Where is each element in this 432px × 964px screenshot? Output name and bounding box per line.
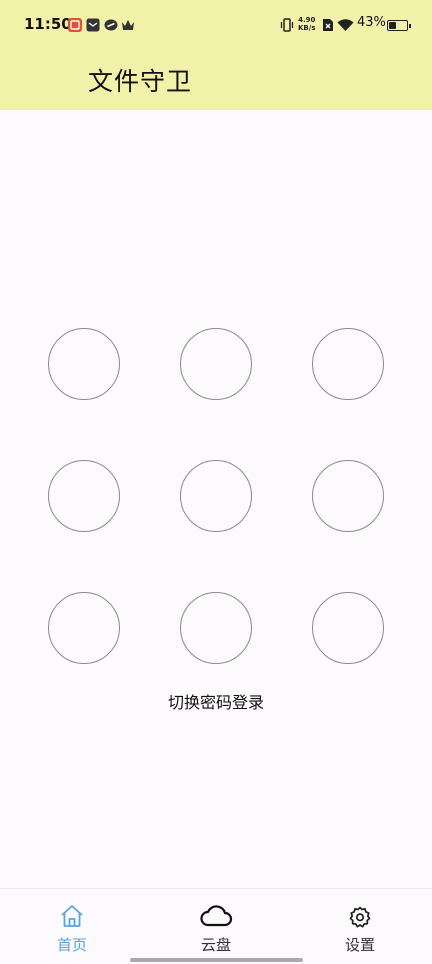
pattern-dot-4[interactable] — [48, 460, 120, 532]
nav-settings[interactable]: 设置 — [288, 889, 432, 964]
pattern-dot-9[interactable] — [312, 592, 384, 664]
nav-cloud-label: 云盘 — [200, 936, 231, 954]
nav-settings-label: 设置 — [344, 936, 375, 954]
pattern-dot-8[interactable] — [180, 592, 252, 664]
status-time: 11:50 — [24, 15, 72, 33]
wifi-icon — [337, 19, 354, 31]
gear-icon — [349, 906, 371, 928]
network-speed-value: 4.90 — [298, 16, 316, 24]
battery-percent: 43% — [357, 15, 386, 30]
battery-icon — [387, 20, 411, 31]
nav-home[interactable]: 首页 — [0, 889, 144, 964]
gesture-home-bar[interactable] — [130, 958, 303, 962]
no-sim-icon — [323, 19, 333, 31]
crown-icon — [122, 20, 134, 30]
switch-password-login-link[interactable]: 切换密码登录 — [0, 689, 432, 713]
pattern-dot-1[interactable] — [48, 328, 120, 400]
cloud-icon — [200, 905, 233, 927]
status-bar: 11:50 4.90 KB/s 43% — [0, 12, 432, 40]
vibrate-icon — [280, 18, 294, 32]
network-speed: 4.90 KB/s — [298, 16, 315, 32]
pattern-dot-2[interactable] — [180, 328, 252, 400]
link-app-icon — [104, 19, 118, 31]
bottom-nav: 首页 云盘 设置 — [0, 888, 432, 964]
inbox-app-icon — [86, 18, 100, 32]
network-speed-unit: KB/s — [298, 24, 316, 32]
pattern-dot-5[interactable] — [180, 460, 252, 532]
pattern-dot-3[interactable] — [312, 328, 384, 400]
nav-home-label: 首页 — [56, 936, 87, 954]
news-app-icon — [68, 18, 82, 32]
nav-cloud[interactable]: 云盘 — [144, 889, 288, 964]
pattern-dot-7[interactable] — [48, 592, 120, 664]
pattern-dot-6[interactable] — [312, 460, 384, 532]
battery-fill — [389, 22, 396, 29]
page-title: 文件守卫 — [88, 67, 193, 96]
home-icon — [61, 905, 83, 927]
app-header: 11:50 4.90 KB/s 43% 文件守卫 — [0, 0, 432, 110]
